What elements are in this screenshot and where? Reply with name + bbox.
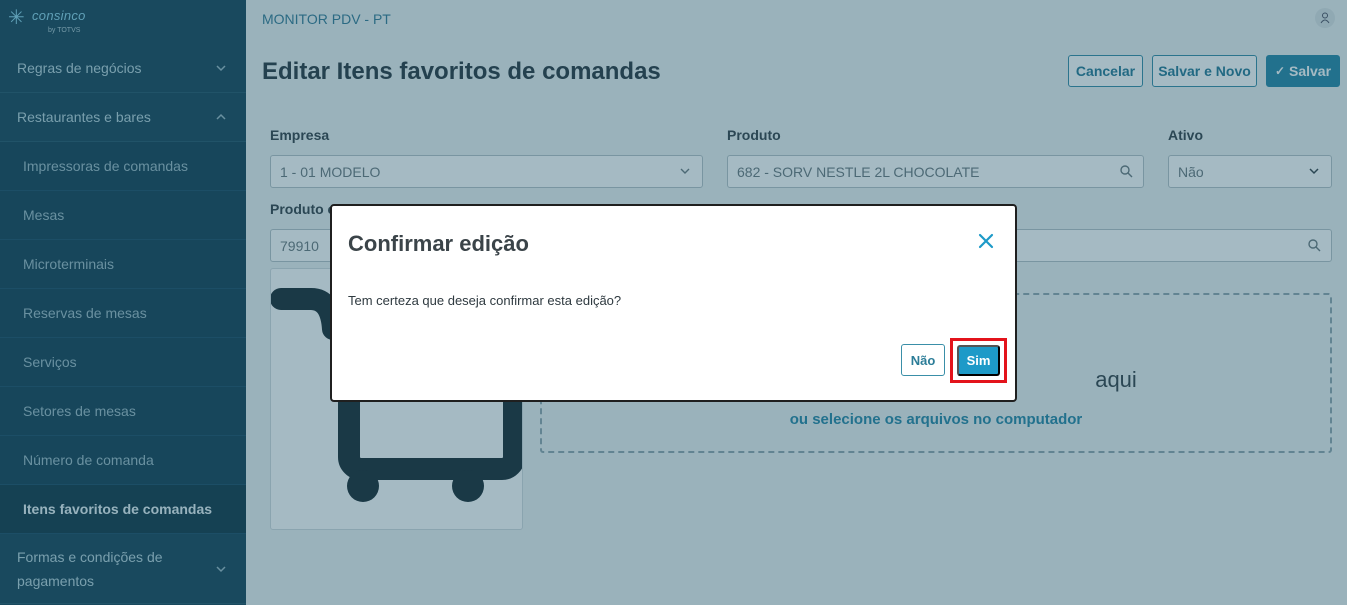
no-button[interactable]: Não: [901, 344, 945, 376]
confirm-dialog: Confirmar edição Tem certeza que deseja …: [330, 204, 1017, 402]
close-icon[interactable]: [977, 232, 995, 250]
yes-button[interactable]: Sim: [957, 345, 1000, 376]
dialog-message: Tem certeza que deseja confirmar esta ed…: [348, 293, 622, 308]
dialog-title: Confirmar edição: [348, 231, 529, 256]
